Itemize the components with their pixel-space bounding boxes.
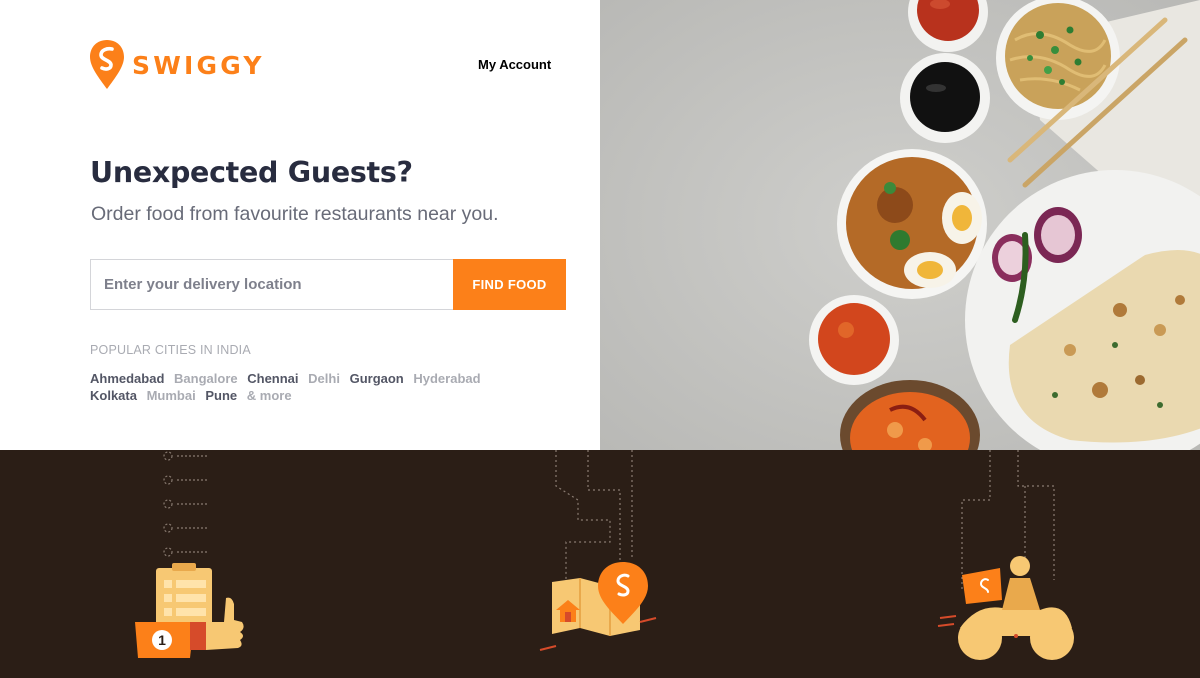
city-link-mumbai[interactable]: Mumbai xyxy=(147,388,196,403)
hero-title: Unexpected Guests? xyxy=(90,156,413,189)
find-food-button[interactable]: FIND FOOD xyxy=(453,259,566,310)
delivery-scooter-icon xyxy=(937,556,1074,660)
map-pin-icon xyxy=(539,562,657,651)
city-link-chennai[interactable]: Chennai xyxy=(247,371,298,386)
city-link-hyderabad[interactable]: Hyderabad xyxy=(413,371,480,386)
city-building-outlines xyxy=(961,450,1055,590)
delivery-location-input[interactable] xyxy=(90,259,453,310)
more-cities-link[interactable]: & more xyxy=(247,388,292,403)
city-link-delhi[interactable]: Delhi xyxy=(308,371,340,386)
hero-section: SWIGGY My Account Unexpected Guests? Ord… xyxy=(0,0,600,450)
brand-name: SWIGGY xyxy=(132,50,265,80)
popular-cities-list: Ahmedabad Bangalore Chennai Delhi Gurgao… xyxy=(90,371,530,404)
city-link-pune[interactable]: Pune xyxy=(205,388,237,403)
city-link-ahmedabad[interactable]: Ahmedabad xyxy=(90,371,164,386)
order-step-badge: 1 xyxy=(158,632,166,648)
city-link-gurgaon[interactable]: Gurgaon xyxy=(350,371,404,386)
how-it-works-illustrations: 1 xyxy=(135,450,1074,660)
noodles-bowl xyxy=(996,0,1120,120)
swiggy-logo[interactable]: SWIGGY xyxy=(90,40,265,90)
swiggy-logo-icon xyxy=(90,40,124,89)
city-link-kolkata[interactable]: Kolkata xyxy=(90,388,137,403)
location-search: FIND FOOD xyxy=(90,259,566,310)
hero-subtitle: Order food from favourite restaurants ne… xyxy=(91,203,499,225)
my-account-link[interactable]: My Account xyxy=(478,57,551,72)
popular-cities-heading: POPULAR CITIES IN INDIA xyxy=(90,343,251,357)
curry-bowl xyxy=(809,295,899,385)
how-it-works-band: 1 xyxy=(0,450,1200,678)
biryani-bowl xyxy=(837,149,987,299)
clipboard-thumbs-up-icon: 1 xyxy=(135,563,244,658)
food-spread-illustration xyxy=(600,0,1200,450)
food-hero-image xyxy=(600,0,1200,450)
city-link-bangalore[interactable]: Bangalore xyxy=(174,371,238,386)
soy-sauce-bowl xyxy=(900,53,990,143)
order-list-trail xyxy=(163,451,207,557)
